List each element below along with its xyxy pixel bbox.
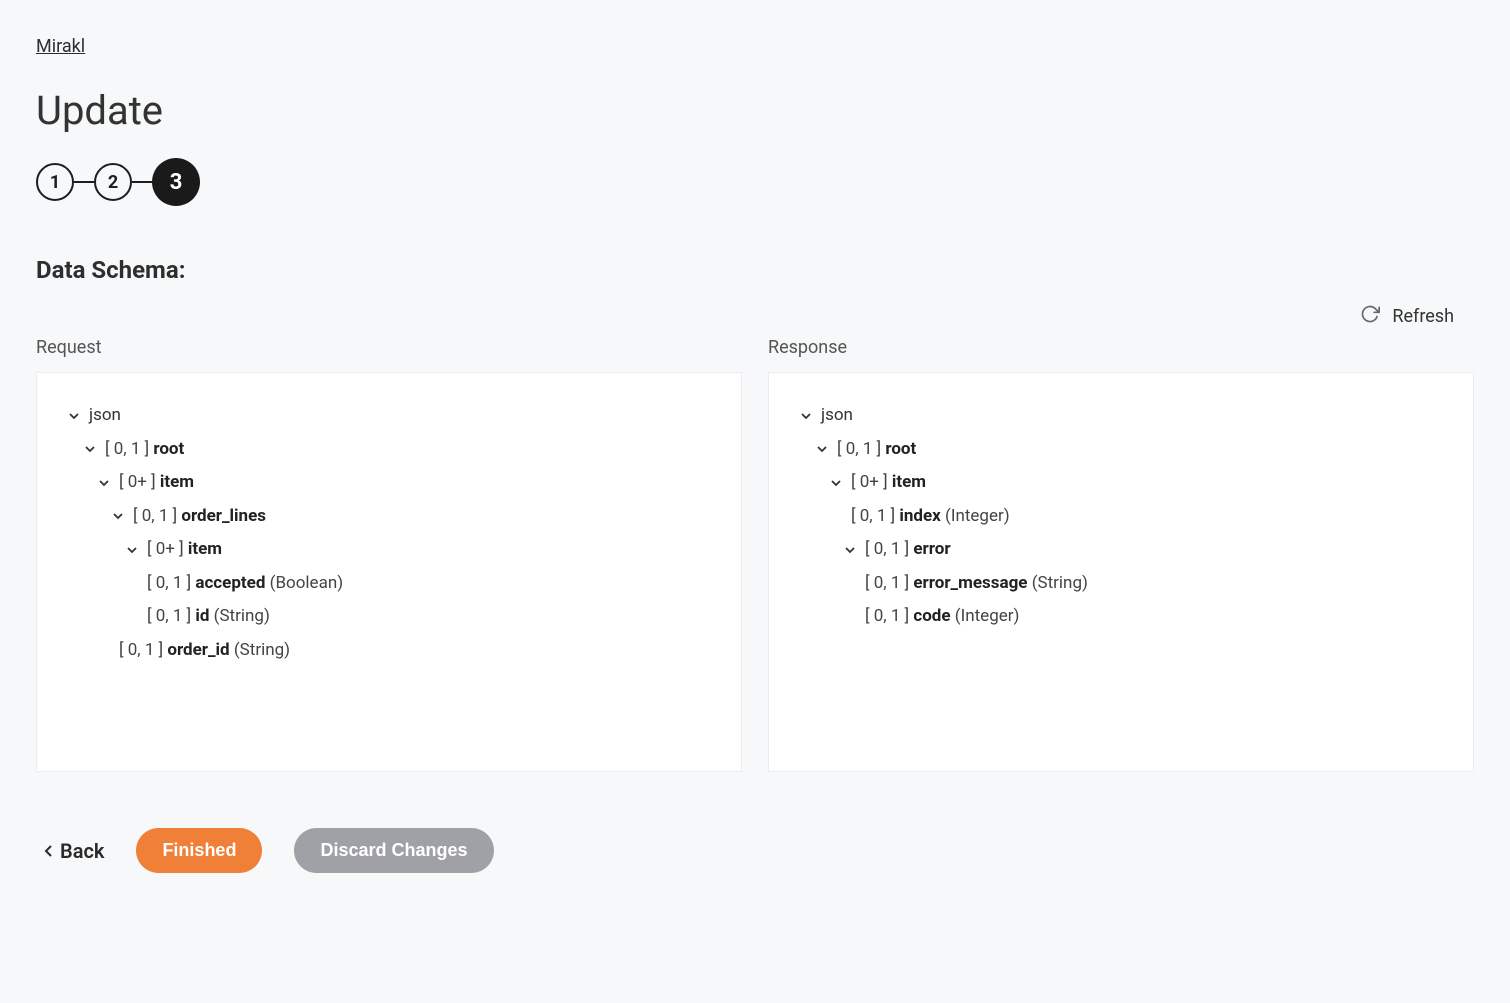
chevron-down-icon (841, 544, 859, 556)
tree-node-item-inner[interactable]: [ 0+ ] item (65, 533, 721, 567)
tree-node-type: (String) (234, 638, 290, 664)
tree-node-type: (Integer) (945, 504, 1010, 530)
back-label: Back (60, 839, 104, 863)
tree-node-cardinality: [ 0, 1 ] (147, 571, 191, 597)
step-connector (74, 181, 94, 183)
response-label: Response (768, 337, 1474, 358)
refresh-icon (1360, 304, 1380, 329)
tree-node-name: item (160, 470, 194, 496)
tree-leaf-accepted[interactable]: [ 0, 1 ] accepted (Boolean) (65, 567, 721, 601)
tree-node-cardinality: [ 0+ ] (851, 470, 888, 496)
tree-node-name: root (153, 437, 184, 463)
chevron-down-icon (95, 477, 113, 489)
tree-node-name: error (913, 537, 950, 563)
discard-button[interactable]: Discard Changes (294, 828, 493, 873)
tree-node-type: (String) (214, 604, 270, 630)
tree-node-item[interactable]: [ 0+ ] item (797, 466, 1453, 500)
chevron-left-icon (44, 839, 54, 863)
request-label: Request (36, 337, 742, 358)
step-2[interactable]: 2 (94, 163, 132, 201)
tree-node-cardinality: [ 0, 1 ] (865, 571, 909, 597)
tree-node-cardinality: [ 0, 1 ] (851, 504, 895, 530)
tree-node-type: (String) (1032, 571, 1088, 597)
response-panel: json [ 0, 1 ] root [ 0+ ] item [ 0, 1 ] … (768, 372, 1474, 772)
breadcrumb-link[interactable]: Mirakl (36, 36, 85, 57)
step-connector (132, 181, 152, 183)
back-button[interactable]: Back (44, 839, 104, 863)
tree-node-error[interactable]: [ 0, 1 ] error (797, 533, 1453, 567)
chevron-down-icon (123, 544, 141, 556)
tree-leaf-code[interactable]: [ 0, 1 ] code (Integer) (797, 600, 1453, 634)
tree-node-cardinality: [ 0, 1 ] (133, 504, 177, 530)
step-1[interactable]: 1 (36, 163, 74, 201)
tree-node-name: item (892, 470, 926, 496)
chevron-down-icon (827, 477, 845, 489)
chevron-down-icon (109, 510, 127, 522)
tree-node-type: (Integer) (955, 604, 1020, 630)
tree-node-cardinality: [ 0, 1 ] (837, 437, 881, 463)
tree-node-name: order_id (167, 638, 229, 664)
tree-node-name: item (188, 537, 222, 563)
tree-node-cardinality: [ 0, 1 ] (105, 437, 149, 463)
chevron-down-icon (797, 410, 815, 422)
tree-node-cardinality: [ 0, 1 ] (119, 638, 163, 664)
tree-node-name: code (913, 604, 950, 630)
tree-node-type: (Boolean) (270, 571, 344, 597)
tree-node-json[interactable]: json (65, 399, 721, 433)
tree-node-order-lines[interactable]: [ 0, 1 ] order_lines (65, 500, 721, 534)
refresh-button[interactable]: Refresh (1356, 300, 1474, 333)
finished-button[interactable]: Finished (136, 828, 262, 873)
tree-node-name: id (195, 604, 209, 630)
chevron-down-icon (65, 410, 83, 422)
page-title: Update (36, 87, 1474, 134)
tree-node-label: json (821, 403, 853, 429)
chevron-down-icon (813, 443, 831, 455)
chevron-down-icon (81, 443, 99, 455)
tree-leaf-id[interactable]: [ 0, 1 ] id (String) (65, 600, 721, 634)
tree-leaf-error-message[interactable]: [ 0, 1 ] error_message (String) (797, 567, 1453, 601)
tree-node-json[interactable]: json (797, 399, 1453, 433)
tree-node-name: root (885, 437, 916, 463)
tree-node-cardinality: [ 0+ ] (119, 470, 156, 496)
tree-leaf-order-id[interactable]: [ 0, 1 ] order_id (String) (65, 634, 721, 668)
tree-node-label: json (89, 403, 121, 429)
tree-node-root[interactable]: [ 0, 1 ] root (65, 433, 721, 467)
request-panel: json [ 0, 1 ] root [ 0+ ] item [ 0, 1 ] … (36, 372, 742, 772)
tree-leaf-index[interactable]: [ 0, 1 ] index (Integer) (797, 500, 1453, 534)
tree-node-name: index (899, 504, 940, 530)
tree-node-cardinality: [ 0+ ] (147, 537, 184, 563)
stepper: 1 2 3 (36, 158, 1474, 206)
refresh-label: Refresh (1392, 306, 1454, 327)
tree-node-cardinality: [ 0, 1 ] (865, 537, 909, 563)
section-heading: Data Schema: (36, 256, 1474, 284)
tree-node-cardinality: [ 0, 1 ] (865, 604, 909, 630)
tree-node-name: error_message (913, 571, 1027, 597)
tree-node-item[interactable]: [ 0+ ] item (65, 466, 721, 500)
tree-node-cardinality: [ 0, 1 ] (147, 604, 191, 630)
step-3[interactable]: 3 (152, 158, 200, 206)
tree-node-name: order_lines (181, 504, 266, 530)
tree-node-root[interactable]: [ 0, 1 ] root (797, 433, 1453, 467)
tree-node-name: accepted (195, 571, 265, 597)
